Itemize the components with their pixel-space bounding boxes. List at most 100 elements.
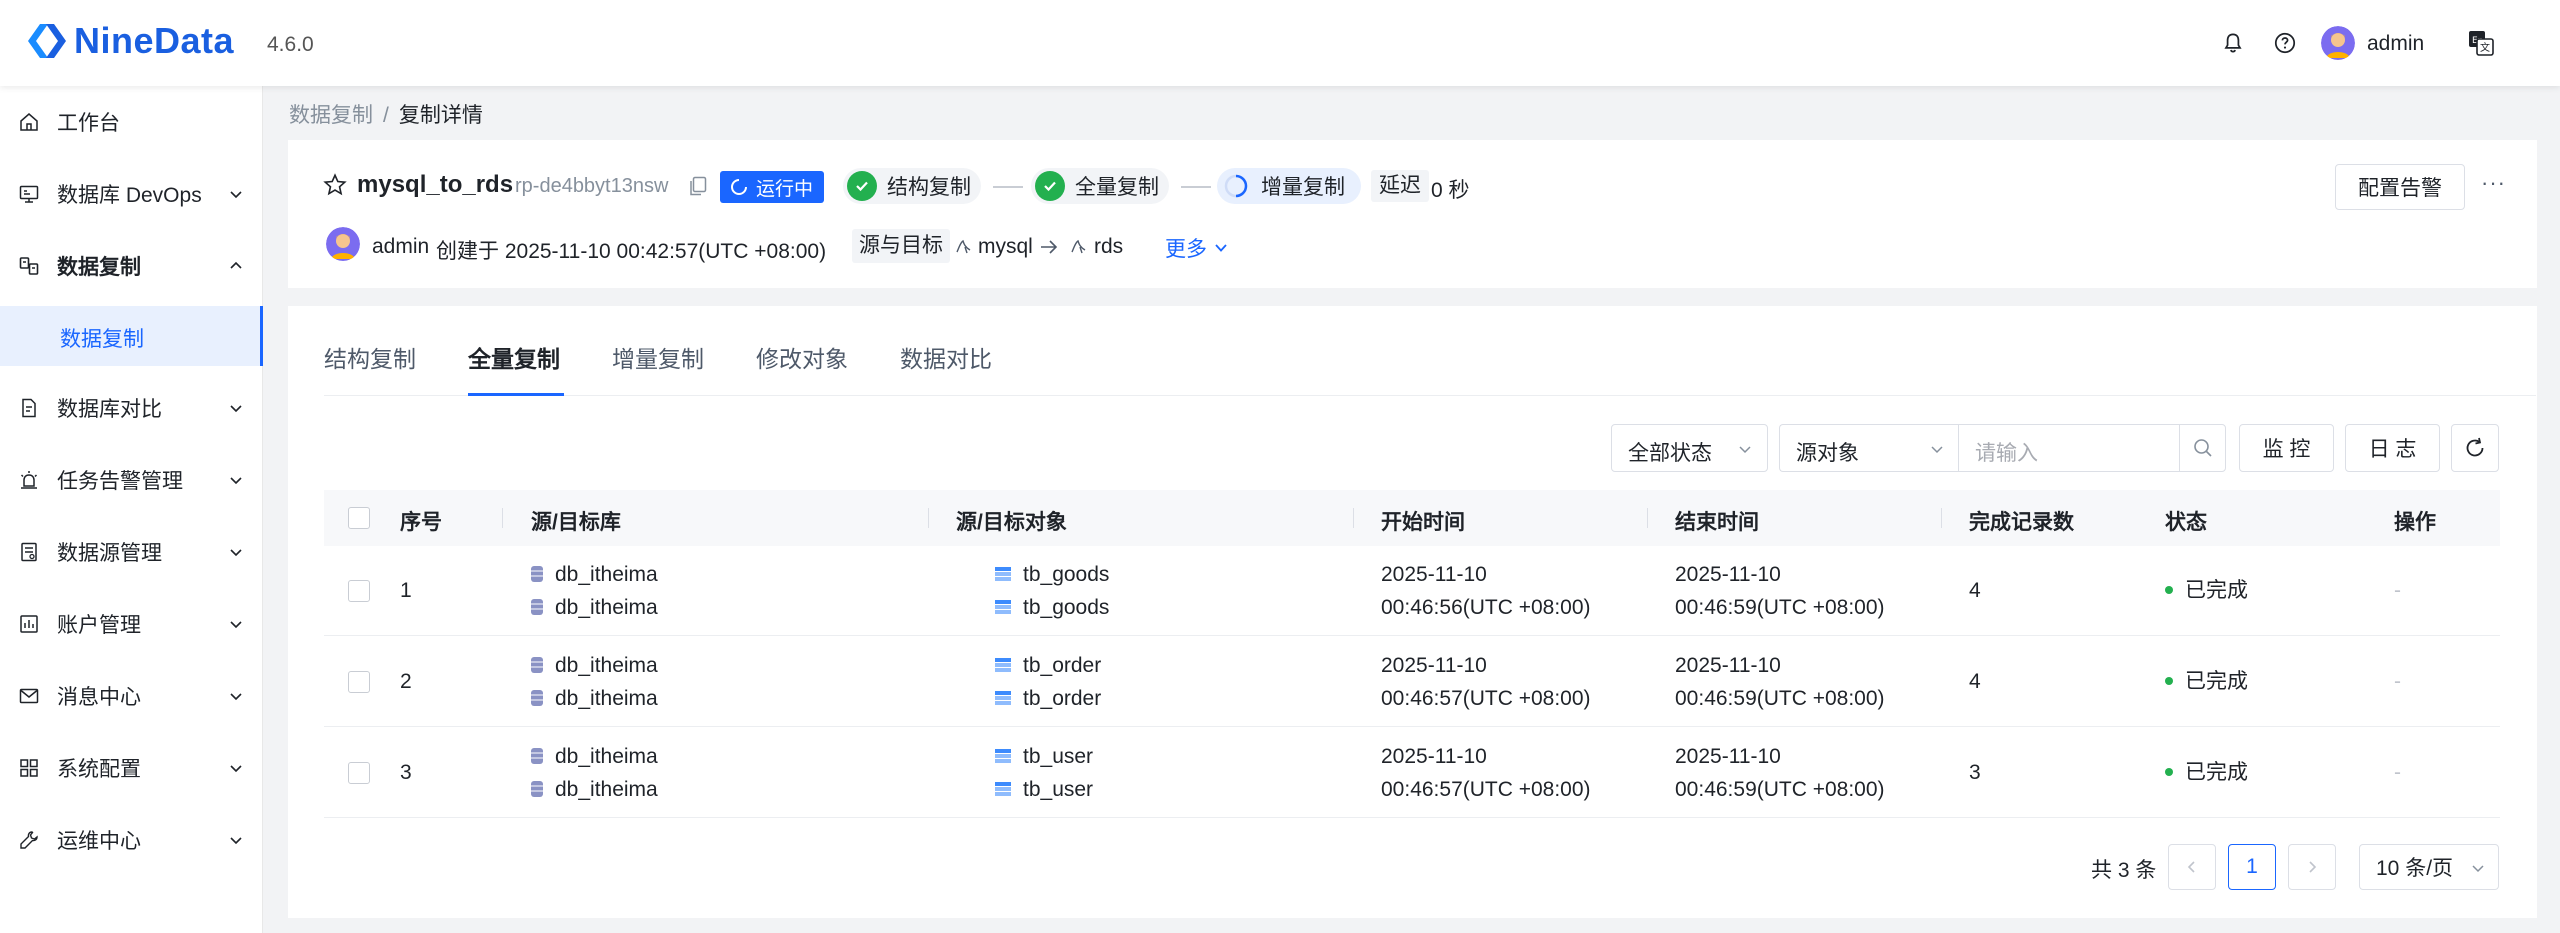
start-time-cell: 2025-11-10 00:46:56(UTC +08:00)	[1381, 558, 1591, 624]
start-date: 2025-11-10	[1381, 745, 1487, 768]
chevron-down-icon	[230, 405, 242, 413]
col-db: 源/目标库	[531, 511, 621, 534]
select-all-checkbox[interactable]	[348, 507, 370, 529]
chevron-up-icon	[230, 261, 242, 269]
ninedata-logo-icon[interactable]	[24, 18, 70, 64]
db-cell: db_itheima db_itheima	[531, 649, 658, 715]
status-filter-select[interactable]: 全部状态	[1611, 424, 1768, 472]
search-button[interactable]	[2179, 424, 2226, 472]
more-link[interactable]: 更多	[1165, 233, 1229, 263]
compare-icon	[22, 398, 36, 418]
app-version: 4.6.0	[267, 33, 314, 56]
page-size-select[interactable]: 10 条/页	[2359, 844, 2499, 890]
sidebar-item-devops[interactable]: 数据库 DevOps	[0, 158, 263, 230]
replicate-icon	[19, 257, 39, 275]
prev-page-button[interactable]	[2168, 844, 2216, 890]
more-actions-button[interactable]: ···	[2481, 170, 2506, 196]
check-icon	[1035, 171, 1065, 201]
source-object: tb_user	[1023, 745, 1094, 768]
sidebar-item-messages[interactable]: 消息中心	[0, 660, 263, 732]
more-label: 更多	[1165, 238, 1207, 261]
sidebar-item-label: 数据库对比	[57, 398, 162, 421]
tab-structure[interactable]: 结构复制	[324, 340, 416, 374]
table-row[interactable]: 3 db_itheima db_itheima tb_user tb_user …	[324, 728, 2500, 818]
sidebar-item-ops-center[interactable]: 运维中心	[0, 804, 263, 876]
sidebar-item-label: 运维中心	[57, 830, 141, 853]
target-db: db_itheima	[555, 596, 658, 619]
end-date: 2025-11-10	[1675, 654, 1781, 677]
sidebar-item-task-alarm[interactable]: 任务告警管理	[0, 444, 263, 516]
sidebar-subitem-replication[interactable]: 数据复制	[0, 306, 263, 366]
loading-icon	[731, 179, 747, 195]
page-size-value: 10 条/页	[2376, 857, 2454, 880]
sidebar: 工作台 数据库 DevOps 数据复制 数据复制 数据库对比 任务告警管理 数据…	[0, 86, 263, 933]
stage-incremental[interactable]: 增量复制	[1217, 168, 1361, 204]
status-badge: 运行中	[720, 171, 824, 203]
stage-connector	[993, 186, 1023, 188]
sidebar-item-label: 任务告警管理	[57, 470, 183, 493]
log-button[interactable]: 日 志	[2345, 424, 2440, 472]
breadcrumb-parent[interactable]: 数据复制	[289, 104, 373, 127]
app-name[interactable]: NineData	[74, 20, 234, 62]
column-divider	[928, 508, 929, 528]
pagination-total: 共 3 条	[2091, 859, 2157, 882]
sidebar-item-replication[interactable]: 数据复制	[0, 230, 263, 302]
next-page-button[interactable]	[2288, 844, 2336, 890]
avatar[interactable]	[2321, 26, 2355, 60]
status-cell: 已完成	[2165, 665, 2248, 698]
status-filter-value: 全部状态	[1628, 442, 1712, 465]
configure-alarm-button[interactable]: 配置告警	[2335, 164, 2465, 210]
object-cell: tb_goods tb_goods	[995, 558, 1109, 624]
page-button[interactable]: 1	[2228, 844, 2276, 890]
sidebar-item-datasource[interactable]: 数据源管理	[0, 516, 263, 588]
row-checkbox[interactable]	[348, 580, 370, 602]
table-row[interactable]: 2 db_itheima db_itheima tb_order tb_orde…	[324, 637, 2500, 727]
col-status: 状态	[2165, 511, 2207, 534]
source-db: db_itheima	[555, 745, 658, 768]
monitor-button[interactable]: 监 控	[2239, 424, 2334, 472]
database-icon	[531, 599, 543, 615]
stage-full[interactable]: 全量复制	[1031, 168, 1169, 204]
row-checkbox[interactable]	[348, 762, 370, 784]
language-icon[interactable]: En 文	[2466, 28, 2496, 58]
sidebar-item-db-compare[interactable]: 数据库对比	[0, 372, 263, 444]
sidebar-item-workbench[interactable]: 工作台	[0, 86, 263, 158]
sidebar-item-system-config[interactable]: 系统配置	[0, 732, 263, 804]
col-end-time: 结束时间	[1675, 511, 1759, 534]
database-icon	[531, 566, 543, 582]
help-icon[interactable]	[2272, 30, 2298, 56]
user-name[interactable]: admin	[2367, 32, 2424, 56]
stage-structure[interactable]: 结构复制	[843, 168, 981, 204]
table-icon	[995, 567, 1011, 581]
created-time: 创建于 2025-11-10 00:42:57(UTC +08:00)	[436, 240, 827, 263]
start-date: 2025-11-10	[1381, 654, 1487, 677]
tab-full[interactable]: 全量复制	[468, 340, 560, 374]
arrow-right-icon	[1041, 240, 1058, 254]
row-checkbox[interactable]	[348, 671, 370, 693]
table-icon	[995, 658, 1011, 672]
object-filter-select[interactable]: 源对象	[1779, 424, 1959, 472]
refresh-button[interactable]	[2451, 424, 2499, 472]
tab-data-compare[interactable]: 数据对比	[900, 340, 992, 374]
delay-label: 延迟	[1371, 170, 1429, 202]
sidebar-item-label: 账户管理	[57, 614, 141, 637]
tab-incremental[interactable]: 增量复制	[612, 340, 704, 374]
action-cell: -	[2394, 579, 2401, 602]
bell-icon[interactable]	[2220, 30, 2246, 56]
sidebar-item-account[interactable]: 账户管理	[0, 588, 263, 660]
record-count: 4	[1969, 579, 1981, 602]
copy-icon[interactable]	[688, 175, 708, 197]
end-time: 00:46:59(UTC +08:00)	[1675, 778, 1885, 801]
end-time: 00:46:59(UTC +08:00)	[1675, 596, 1885, 619]
chevron-down-icon	[230, 549, 242, 557]
source-db: db_itheima	[555, 563, 658, 586]
search-field[interactable]: 请输入	[1958, 424, 2180, 472]
tab-modify-objects[interactable]: 修改对象	[756, 340, 848, 374]
chevron-down-icon	[230, 693, 242, 701]
end-time: 00:46:59(UTC +08:00)	[1675, 687, 1885, 710]
monitor-icon	[19, 185, 39, 203]
target-object: tb_goods	[1023, 596, 1110, 619]
table-row[interactable]: 1 db_itheima db_itheima tb_goods tb_good…	[324, 546, 2500, 636]
check-icon	[847, 171, 877, 201]
star-icon[interactable]	[322, 172, 348, 198]
